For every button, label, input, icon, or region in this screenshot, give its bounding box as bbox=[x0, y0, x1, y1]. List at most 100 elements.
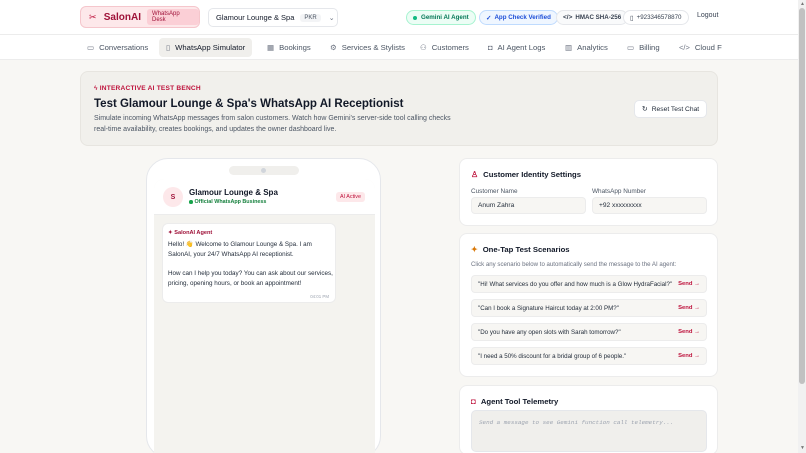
main-nav: ▭ Conversations ▯ WhatsApp Simulator ▦ B… bbox=[0, 35, 798, 60]
avatar: S bbox=[163, 187, 183, 207]
tab-label: AI Agent Logs bbox=[497, 43, 546, 52]
tab-label: Customers bbox=[431, 43, 469, 52]
tab-label: Analytics bbox=[577, 43, 608, 52]
ai-status-badge: AI Active bbox=[336, 192, 365, 202]
code-icon: </> bbox=[679, 43, 690, 52]
sparkle-icon: ✦ bbox=[471, 245, 478, 254]
whatsapp-number-input[interactable] bbox=[592, 197, 707, 214]
customer-name-input[interactable] bbox=[471, 197, 586, 214]
salon-selector[interactable]: Glamour Lounge & Spa PKR ⌄ bbox=[208, 8, 338, 27]
customer-name-label: Customer Name bbox=[471, 188, 518, 195]
users-icon: ⚇ bbox=[420, 43, 427, 52]
bot-icon: ◘ bbox=[471, 397, 476, 406]
tab-label: Conversations bbox=[99, 43, 149, 52]
scenario-send-button[interactable]: Send → bbox=[678, 305, 700, 311]
page-description: Simulate incoming WhatsApp messages from… bbox=[94, 115, 451, 133]
chat-message: ✦ SalonAI Agent Hello! 👋 Welcome to Glam… bbox=[162, 223, 336, 303]
scroll-down-icon[interactable]: ▼ bbox=[800, 445, 805, 451]
app-check-badge: ✓ App Check Verified bbox=[479, 10, 558, 25]
bar-chart-icon: ▥ bbox=[565, 43, 573, 52]
calendar-icon: ▦ bbox=[267, 43, 275, 52]
scrollbar-thumb[interactable] bbox=[799, 8, 805, 384]
status-dot-icon bbox=[413, 15, 417, 20]
phone-label: +923346578870 bbox=[636, 14, 682, 21]
hmac-label: HMAC SHA-256 bbox=[575, 14, 622, 21]
smartphone-icon: ▯ bbox=[166, 43, 171, 52]
eyebrow: ϟ INTERACTIVE AI TEST BENCH bbox=[94, 85, 201, 92]
brand-pill: WhatsApp Desk bbox=[147, 9, 199, 25]
logout-link[interactable]: Logout bbox=[697, 12, 718, 19]
tab-label: WhatsApp Simulator bbox=[175, 43, 246, 52]
chat-icon: ▭ bbox=[87, 43, 95, 52]
telemetry-output: Send a message to see Gemini function ca… bbox=[471, 410, 707, 452]
refresh-icon: ↻ bbox=[641, 106, 648, 113]
page-scrollbar[interactable]: ▲ ▼ bbox=[798, 0, 806, 453]
scenario-item[interactable]: "Can I book a Signature Haircut today at… bbox=[471, 299, 707, 317]
tab-services-stylists[interactable]: ⚙ Services & Stylists bbox=[323, 38, 412, 57]
tab-analytics[interactable]: ▥ Analytics bbox=[558, 38, 615, 57]
message-time: 04:01 PM bbox=[310, 294, 329, 299]
customer-identity-card: ♙ Customer Identity Settings Customer Na… bbox=[459, 158, 718, 226]
gemini-status-label: Gemini AI Agent bbox=[421, 14, 469, 21]
tab-billing[interactable]: ▭ Billing bbox=[620, 38, 667, 57]
online-dot-icon bbox=[189, 200, 193, 204]
hmac-badge: </> HMAC SHA-256 bbox=[556, 10, 629, 25]
card-title: ♙ Customer Identity Settings bbox=[471, 170, 581, 179]
phone-camera bbox=[261, 168, 266, 173]
tab-conversations[interactable]: ▭ Conversations bbox=[80, 38, 155, 57]
agent-telemetry-card: ◘ Agent Tool Telemetry Send a message to… bbox=[459, 385, 718, 453]
tab-ai-agent-logs[interactable]: ◘ AI Agent Logs bbox=[481, 38, 552, 57]
message-text: Hello! 👋 Welcome to Glamour Lounge & Spa… bbox=[168, 241, 333, 287]
scenario-item[interactable]: "Do you have any open slots with Sarah t… bbox=[471, 323, 707, 341]
bot-icon: ◘ bbox=[488, 43, 493, 52]
card-title: ✦ One-Tap Test Scenarios bbox=[471, 245, 570, 254]
tab-label: Bookings bbox=[279, 43, 311, 52]
chat-contact-name: Glamour Lounge & Spa bbox=[189, 188, 278, 197]
tab-customers[interactable]: ⚇ Customers bbox=[413, 38, 476, 57]
whatsapp-number-label: WhatsApp Number bbox=[592, 188, 646, 195]
currency-badge: PKR bbox=[300, 13, 321, 22]
scenario-item[interactable]: "I need a 50% discount for a bridal grou… bbox=[471, 347, 707, 365]
scenario-send-button[interactable]: Send → bbox=[678, 329, 700, 335]
tab-cloud-functions[interactable]: </> Cloud F bbox=[672, 38, 729, 57]
phone-badge: ▯ +923346578870 bbox=[623, 10, 689, 25]
page-title: Test Glamour Lounge & Spa's WhatsApp AI … bbox=[94, 98, 404, 110]
tab-bookings[interactable]: ▦ Bookings bbox=[260, 38, 318, 57]
chat-contact-subtitle: Official WhatsApp Business bbox=[189, 199, 266, 205]
credit-card-icon: ▭ bbox=[627, 43, 635, 52]
scenario-text: "Do you have any open slots with Sarah t… bbox=[478, 328, 621, 336]
phone-simulator: S Glamour Lounge & Spa Official WhatsApp… bbox=[146, 158, 381, 453]
message-sender: ✦ SalonAI Agent bbox=[168, 230, 213, 236]
chat-header: S Glamour Lounge & Spa Official WhatsApp… bbox=[154, 179, 375, 215]
tab-label: Billing bbox=[639, 43, 660, 52]
reset-chat-button[interactable]: ↻ Reset Test Chat bbox=[634, 100, 707, 118]
salon-selector-value: Glamour Lounge & Spa bbox=[216, 13, 295, 22]
scenarios-hint: Click any scenario below to automaticall… bbox=[471, 261, 677, 268]
test-scenarios-card: ✦ One-Tap Test Scenarios Click any scena… bbox=[459, 233, 718, 377]
check-circle-icon: ✓ bbox=[486, 14, 492, 22]
gear-icon: ⚙ bbox=[330, 43, 337, 52]
brand-logo[interactable]: ✂ SalonAI WhatsApp Desk bbox=[80, 6, 200, 28]
scroll-up-icon[interactable]: ▲ bbox=[800, 1, 805, 7]
scenario-send-button[interactable]: Send → bbox=[678, 281, 700, 287]
phone-icon: ▯ bbox=[630, 14, 634, 22]
user-icon: ♙ bbox=[471, 170, 479, 179]
scenario-text: "I need a 50% discount for a bridal grou… bbox=[478, 352, 627, 360]
scenario-item[interactable]: "Hi! What services do you offer and how … bbox=[471, 275, 707, 293]
card-title: ◘ Agent Tool Telemetry bbox=[471, 397, 559, 406]
tab-whatsapp-simulator[interactable]: ▯ WhatsApp Simulator bbox=[159, 38, 253, 57]
scenario-text: "Can I book a Signature Haircut today at… bbox=[478, 304, 619, 312]
tab-label: Cloud F bbox=[694, 43, 722, 52]
gemini-status-badge: Gemini AI Agent bbox=[406, 10, 476, 25]
scissors-icon: ✂ bbox=[89, 11, 97, 22]
scenario-send-button[interactable]: Send → bbox=[678, 353, 700, 359]
tab-label: Services & Stylists bbox=[341, 43, 405, 52]
app-check-label: App Check Verified bbox=[494, 14, 551, 21]
top-bar: ✂ SalonAI WhatsApp Desk Glamour Lounge &… bbox=[0, 0, 798, 35]
scenario-text: "Hi! What services do you offer and how … bbox=[478, 280, 673, 288]
test-bench-header: ϟ INTERACTIVE AI TEST BENCH Test Glamour… bbox=[80, 71, 718, 146]
code-icon: </> bbox=[563, 14, 573, 21]
chevron-down-icon: ⌄ bbox=[328, 14, 335, 22]
brand-name: SalonAI bbox=[103, 11, 141, 23]
chat-screen: S Glamour Lounge & Spa Official WhatsApp… bbox=[154, 179, 375, 453]
